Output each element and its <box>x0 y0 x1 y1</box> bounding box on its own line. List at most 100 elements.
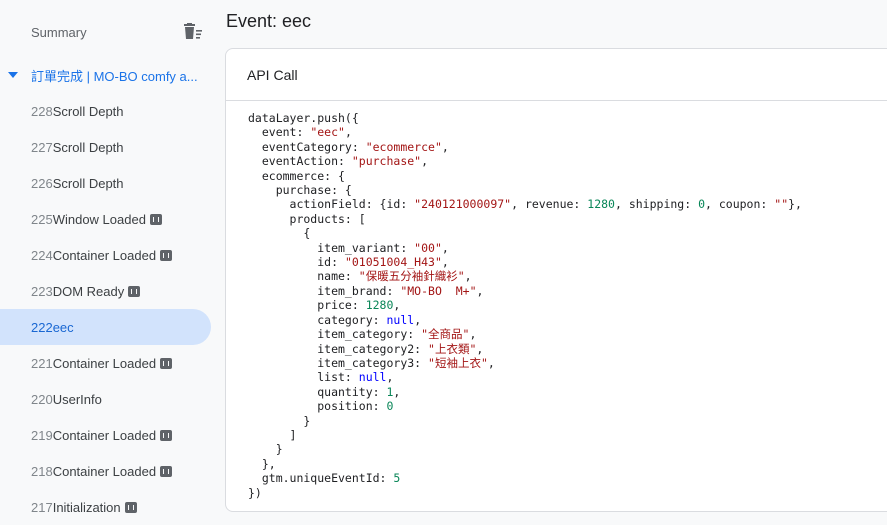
code-line: }) <box>248 485 262 500</box>
code-string: "短袖上衣" <box>428 355 488 370</box>
event-item[interactable]: 227 Scroll Depth <box>0 129 211 165</box>
event-item[interactable]: 219 Container Loaded <box>0 417 211 453</box>
code-line: ] <box>248 427 297 442</box>
summary-item[interactable]: Summary <box>0 14 214 50</box>
event-number: 217 <box>31 499 53 515</box>
code-string: "" <box>774 197 789 212</box>
code-icon <box>160 429 173 441</box>
code-text: , coupon: <box>705 197 775 212</box>
event-label: 220 UserInfo <box>31 392 102 407</box>
code-line: gtm.uniqueEventId: <box>248 471 394 486</box>
event-number: 221 <box>31 355 53 371</box>
code-keyword: null <box>386 312 415 327</box>
event-name: Initialization <box>52 499 121 515</box>
event-item[interactable]: 225 Window Loaded <box>0 201 211 237</box>
clear-list-icon[interactable] <box>183 23 203 41</box>
code-line: list: <box>248 370 359 385</box>
code-line: } <box>248 413 311 428</box>
code-number: 0 <box>386 399 394 414</box>
code-string: "MO-BO M+" <box>400 283 477 298</box>
code-string: "240121000097" <box>414 197 512 212</box>
page-title: Event: eec <box>226 11 312 31</box>
code-text: , revenue: <box>511 197 588 212</box>
code-string: "保暖五分袖針織衫" <box>358 269 465 284</box>
caret-down-icon[interactable] <box>8 72 18 78</box>
code-string: "eec" <box>310 125 345 140</box>
event-name: Scroll Depth <box>52 103 124 119</box>
code-icon <box>160 357 173 369</box>
api-call-card: API Call dataLayer.push({ event: "eec", … <box>225 48 887 512</box>
code-line: purchase: { <box>248 183 352 198</box>
code-block: dataLayer.push({ event: "eec", eventCate… <box>248 111 802 500</box>
code-line: eventAction: <box>248 154 352 169</box>
event-name: UserInfo <box>52 391 102 407</box>
event-number: 223 <box>31 283 53 299</box>
code-line: { <box>248 226 311 241</box>
code-icon <box>160 465 173 477</box>
event-item[interactable]: 224 Container Loaded <box>0 237 211 273</box>
code-icon <box>149 213 162 225</box>
event-name: DOM Ready <box>52 283 125 299</box>
event-number: 224 <box>31 247 53 263</box>
event-label: 224 Container Loaded <box>31 247 173 263</box>
code-text: }, <box>788 197 802 212</box>
code-string: "上衣類" <box>428 341 477 356</box>
event-item[interactable]: 223 DOM Ready <box>0 273 211 309</box>
event-item[interactable]: 226 Scroll Depth <box>0 165 211 201</box>
code-line: dataLayer.push({ <box>248 111 359 125</box>
event-number: 225 <box>31 211 53 227</box>
code-line: id: <box>248 255 345 270</box>
code-keyword: null <box>358 370 387 385</box>
code-line: products: [ <box>248 211 366 226</box>
code-string: "00" <box>414 240 442 255</box>
event-item[interactable]: 221 Container Loaded <box>0 345 211 381</box>
code-line: actionField: {id: <box>248 197 415 212</box>
code-line: eventCategory: <box>248 139 366 154</box>
code-line: item_variant: <box>248 240 415 255</box>
code-string: "purchase" <box>351 154 422 169</box>
code-line: item_brand: <box>248 283 401 298</box>
code-number: 5 <box>393 471 401 486</box>
event-item[interactable]: 217 Initialization <box>0 489 211 525</box>
code-line: category: <box>248 312 387 327</box>
event-item[interactable]: 222 eec <box>0 309 211 345</box>
event-name: eec <box>52 319 74 335</box>
code-number: 0 <box>698 197 706 212</box>
event-number: 219 <box>31 427 53 443</box>
event-item[interactable]: 228 Scroll Depth <box>0 93 211 129</box>
page-item[interactable]: 訂單完成 | MO-BO comfy a... <box>0 58 214 92</box>
event-item[interactable]: 220 UserInfo <box>0 381 211 417</box>
code-string: "ecommerce" <box>365 139 442 154</box>
event-name: Container Loaded <box>52 247 157 263</box>
event-number: 226 <box>31 175 53 191</box>
event-label: 228 Scroll Depth <box>31 104 124 119</box>
event-label: 222 eec <box>31 320 74 335</box>
event-name: Window Loaded <box>52 211 146 227</box>
event-label: 223 DOM Ready <box>31 283 141 299</box>
code-line: quantity: <box>248 384 387 399</box>
event-label: 225 Window Loaded <box>31 212 162 227</box>
page-label: 訂單完成 | MO-BO comfy a... <box>31 68 198 84</box>
event-name: Scroll Depth <box>52 139 124 155</box>
code-line: ecommerce: { <box>248 168 345 183</box>
event-name: Container Loaded <box>52 355 157 371</box>
code-text: , shipping: <box>614 197 699 212</box>
code-icon <box>128 285 141 297</box>
code-icon <box>160 249 173 261</box>
code-line: name: <box>248 269 359 284</box>
event-item[interactable]: 218 Container Loaded <box>0 453 211 489</box>
event-number: 222 <box>31 319 53 335</box>
code-number: 1 <box>386 384 394 399</box>
event-label: 221 Container Loaded <box>31 355 173 371</box>
event-number: 227 <box>31 139 53 155</box>
event-label: 219 Container Loaded <box>31 427 173 443</box>
code-line: event: <box>248 125 311 140</box>
code-line: item_category2: <box>248 341 429 356</box>
code-icon <box>124 501 137 513</box>
code-line: position: <box>248 399 387 414</box>
event-name: Scroll Depth <box>52 175 124 191</box>
event-label: 226 Scroll Depth <box>31 176 124 191</box>
code-string: "全商品" <box>421 327 470 342</box>
sidebar: Summary 訂單完成 | MO-BO comfy a... 228 Scrol… <box>0 0 214 516</box>
event-label: 227 Scroll Depth <box>31 140 124 155</box>
